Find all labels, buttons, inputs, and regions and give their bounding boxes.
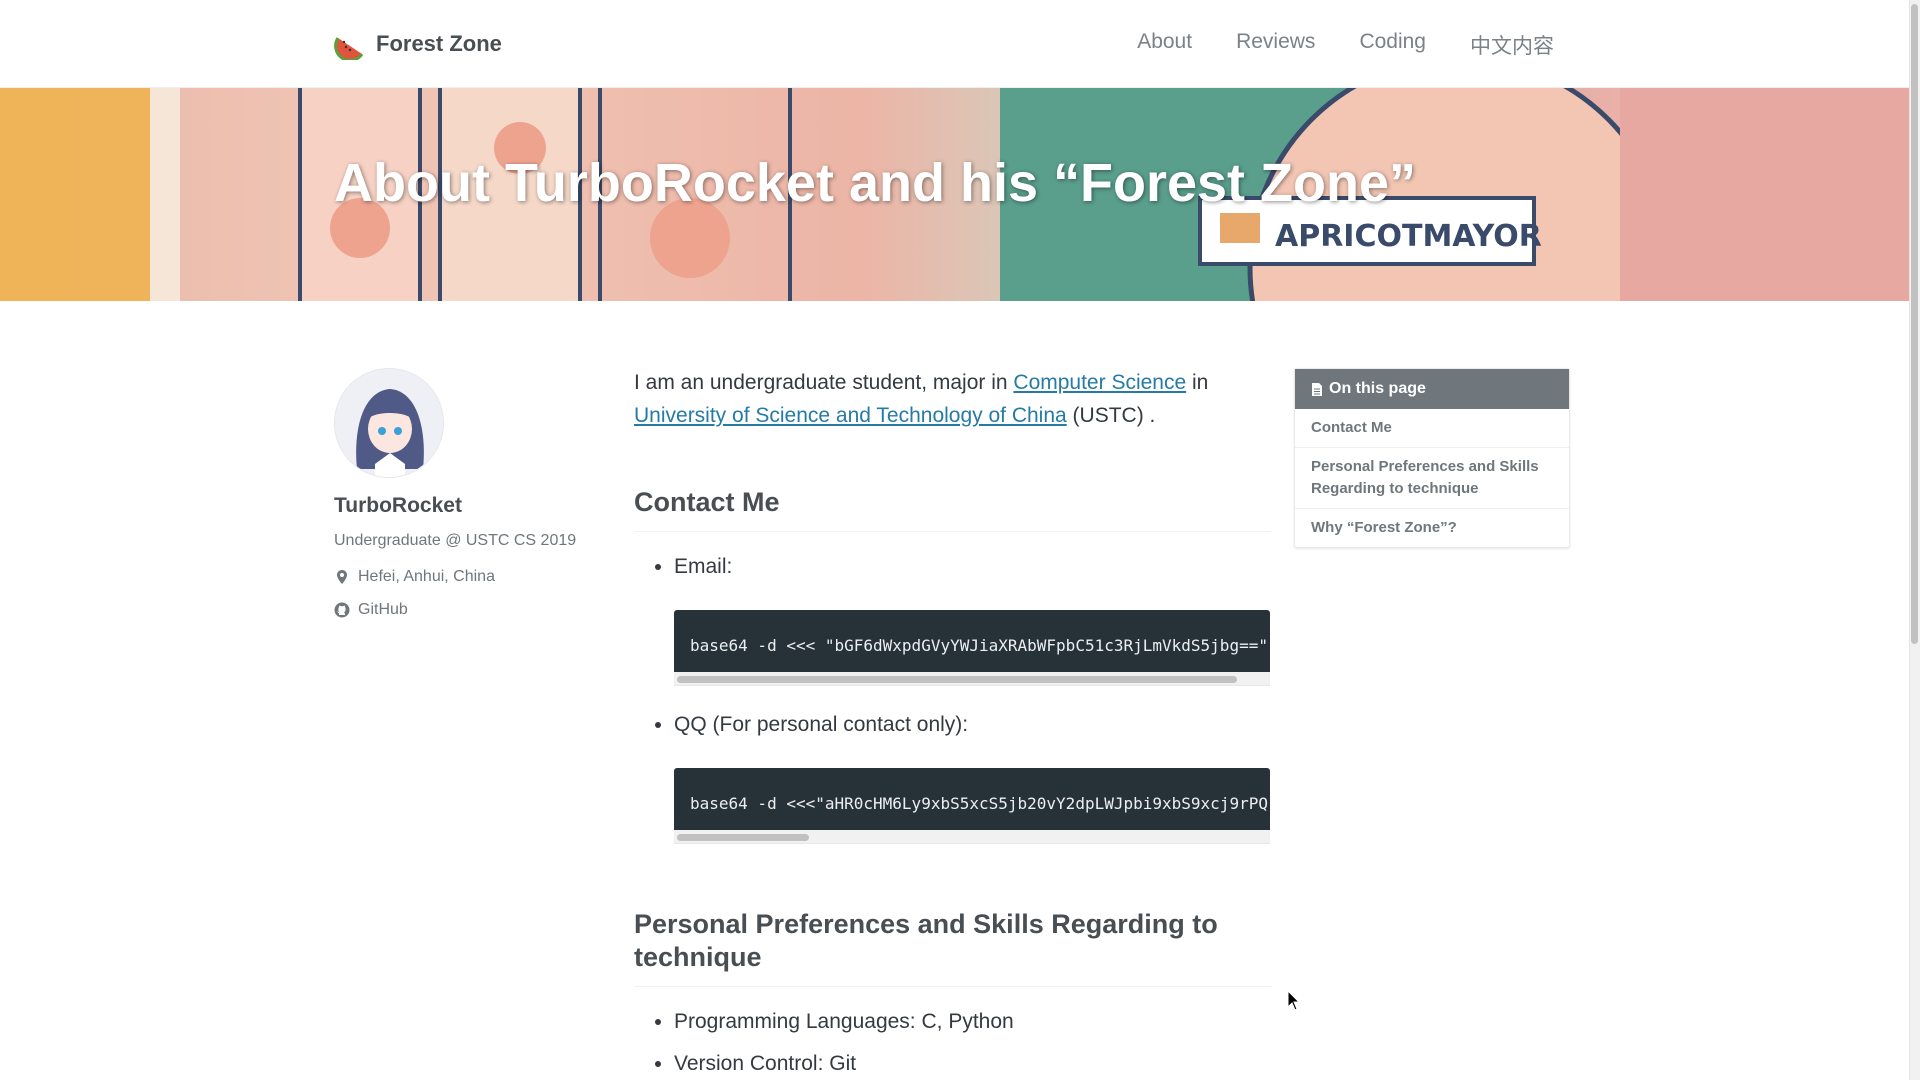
table-of-contents: On this page Contact Me Personal Prefere… xyxy=(1294,368,1570,548)
scrollbar-thumb[interactable] xyxy=(677,676,1237,683)
contact-heading: Contact Me xyxy=(634,486,1271,532)
email-label: Email: xyxy=(674,555,733,578)
qq-label: QQ (For personal contact only): xyxy=(674,713,969,736)
site-title[interactable]: Forest Zone xyxy=(376,31,502,57)
file-icon xyxy=(1312,382,1322,396)
toc-header: On this page xyxy=(1295,369,1569,409)
github-icon xyxy=(334,602,350,618)
main-nav: About Reviews Coding 中文内容 xyxy=(1137,30,1554,60)
scrollbar-thumb[interactable] xyxy=(677,834,809,841)
avatar xyxy=(334,368,444,478)
author-location: Hefei, Anhui, China xyxy=(334,566,594,588)
qq-code-block[interactable]: base64 -d <<<"aHR0cHM6Ly9xbS5xcS5jb20vY2… xyxy=(674,768,1270,844)
intro-text-mid: in xyxy=(1186,371,1209,394)
nav-reviews[interactable]: Reviews xyxy=(1236,30,1315,60)
author-bio: Undergraduate @ USTC CS 2019 xyxy=(334,532,577,549)
watermelon-icon xyxy=(334,37,364,60)
page-scrollbar[interactable] xyxy=(1909,0,1920,1080)
map-marker-icon xyxy=(337,570,347,584)
list-item: Version Control: Git xyxy=(674,1049,1271,1079)
author-name: TurboRocket xyxy=(334,494,462,517)
main-content: I am an undergraduate student, major in … xyxy=(634,366,1271,1079)
nav-chinese-content[interactable]: 中文内容 xyxy=(1470,30,1554,60)
masthead: Forest Zone About Reviews Coding 中文内容 xyxy=(0,0,1909,88)
code-text[interactable]: base64 -d <<< "bGF6dWxpdGVyYWJiaXRAbWFpb… xyxy=(674,610,1270,672)
author-github-link[interactable]: GitHub xyxy=(334,599,594,621)
mouse-cursor-icon xyxy=(1287,990,1301,1011)
code-scrollbar[interactable] xyxy=(674,830,1270,844)
list-item: Programming Languages: C, Python xyxy=(674,1007,1271,1037)
avatar-image xyxy=(335,369,443,477)
nav-about[interactable]: About xyxy=(1137,30,1192,60)
toc-item-why-forest-zone[interactable]: Why “Forest Zone”? xyxy=(1295,509,1569,547)
list-item: QQ (For personal contact only): base64 -… xyxy=(674,710,1271,844)
toc-item-contact-me[interactable]: Contact Me xyxy=(1295,409,1569,448)
ustc-link[interactable]: University of Science and Technology of … xyxy=(634,404,1067,427)
list-item: Email: base64 -d <<< "bGF6dWxpdGVyYWJiaX… xyxy=(674,552,1271,686)
page-title: About TurboRocket and his “Forest Zone” xyxy=(334,153,1417,213)
contact-list: Email: base64 -d <<< "bGF6dWxpdGVyYWJiaX… xyxy=(634,552,1271,844)
preferences-list: Programming Languages: C, Python Version… xyxy=(634,1007,1271,1079)
nav-coding[interactable]: Coding xyxy=(1359,30,1426,60)
intro-text: I am an undergraduate student, major in xyxy=(634,371,1014,394)
location-text: Hefei, Anhui, China xyxy=(358,568,495,585)
page-hero: APRICOTMAYOR About TurboRocket and his “… xyxy=(0,88,1909,301)
author-profile: TurboRocket Undergraduate @ USTC CS 2019… xyxy=(334,368,594,632)
svg-text:APRICOTMAYOR: APRICOTMAYOR xyxy=(1275,219,1542,254)
code-text[interactable]: base64 -d <<<"aHR0cHM6Ly9xbS5xcS5jb20vY2… xyxy=(674,768,1270,830)
preferences-heading: Personal Preferences and Skills Regardin… xyxy=(634,908,1271,987)
page-scrollbar-thumb[interactable] xyxy=(1911,4,1918,644)
toc-title: On this page xyxy=(1329,380,1426,397)
code-scrollbar[interactable] xyxy=(674,672,1270,686)
site-brand[interactable]: Forest Zone xyxy=(334,28,502,60)
intro-text-suffix: (USTC) . xyxy=(1066,404,1156,427)
github-label[interactable]: GitHub xyxy=(358,601,408,619)
intro-paragraph: I am an undergraduate student, major in … xyxy=(634,366,1271,432)
toc-item-preferences[interactable]: Personal Preferences and Skills Regardin… xyxy=(1295,448,1569,509)
email-code-block[interactable]: base64 -d <<< "bGF6dWxpdGVyYWJiaXRAbWFpb… xyxy=(674,610,1270,686)
author-links: Hefei, Anhui, China GitHub xyxy=(334,566,594,621)
computer-science-link[interactable]: Computer Science xyxy=(1013,371,1186,394)
